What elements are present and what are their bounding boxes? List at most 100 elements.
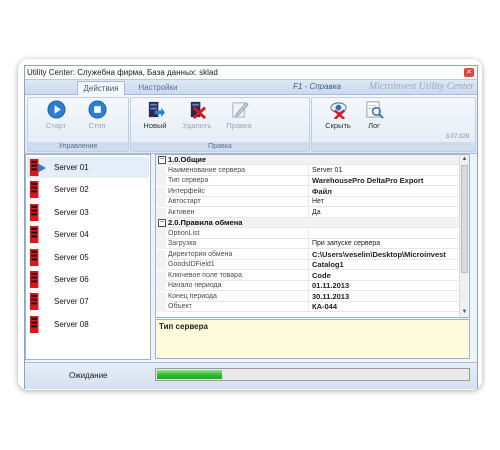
property-row[interactable]: Директория обмена C:\Users\veselin\Deskto…: [156, 249, 461, 260]
server-list-item[interactable]: Server 07: [27, 291, 149, 312]
hide-button[interactable]: Скрыть: [320, 100, 356, 134]
category-row[interactable]: −1.0.Общие: [156, 155, 461, 165]
tab-actions[interactable]: Действия: [77, 81, 125, 95]
property-key: Активен: [168, 207, 309, 218]
property-key: Начало периода: [168, 281, 309, 291]
delete-button[interactable]: Удалить: [179, 100, 215, 134]
property-value[interactable]: 30.11.2013: [312, 292, 460, 301]
property-row[interactable]: Начало периода 01.11.2013: [156, 281, 461, 291]
server-label: Server 06: [54, 275, 89, 284]
ribbon: Старт Стоп Управление Новый Удалить Прав…: [25, 95, 477, 154]
ribbon-group-control: Старт Стоп Управление: [27, 97, 129, 152]
new-server-icon: [148, 101, 165, 118]
server-icon: [29, 158, 47, 177]
start-button[interactable]: Старт: [38, 100, 74, 134]
new-button-label: Новый: [143, 121, 167, 130]
category-row[interactable]: −2.0.Правила обмена: [156, 218, 461, 228]
property-value[interactable]: Server 01: [312, 166, 460, 175]
server-list-item[interactable]: Server 06: [27, 269, 149, 290]
delete-icon: [190, 101, 207, 119]
property-key: GoodsIDField1: [168, 260, 309, 270]
new-button[interactable]: Новый: [137, 100, 173, 134]
server-label: Server 01: [54, 163, 89, 172]
ribbon-group-edit: Новый Удалить Правка Правка: [130, 97, 310, 152]
server-label: Server 04: [54, 230, 89, 240]
property-value[interactable]: При запуске сервера: [312, 239, 460, 248]
server-list-item[interactable]: Server 03: [27, 202, 149, 223]
property-row[interactable]: Наименование сервера Server 01: [156, 165, 461, 176]
property-row[interactable]: Тип сервера WarehousePro DeltaPro Export: [156, 176, 461, 186]
property-row[interactable]: GoodsIDField1 Catalog1: [156, 260, 461, 270]
ribbon-group-label: Управление: [28, 142, 128, 151]
property-key: Конец периода: [168, 291, 309, 302]
scroll-down-icon[interactable]: ▼: [460, 308, 469, 317]
app-window: Utility Center: Служебна фирма, База дан…: [24, 65, 478, 389]
tab-settings[interactable]: Настройки: [133, 81, 183, 94]
property-row[interactable]: Объект КА-044: [156, 302, 461, 312]
close-icon[interactable]: ✕: [464, 68, 474, 77]
server-label: Server 07: [54, 297, 89, 307]
scroll-up-icon[interactable]: ▲: [460, 155, 469, 164]
property-row[interactable]: OptionList: [156, 228, 461, 239]
brand-logo-text: Microinvest Utility Center: [368, 81, 474, 92]
property-value[interactable]: WarehousePro DeltaPro Export: [312, 176, 460, 185]
description-title: Тип сервера: [159, 322, 208, 331]
property-key: Автостарт: [168, 197, 309, 207]
screenshot-frame: Utility Center: Служебна фирма, База дан…: [18, 59, 482, 390]
help-link[interactable]: F1 - Справка: [293, 82, 341, 91]
server-list[interactable]: Server 01 Server 02 Server 03 Server 04 …: [25, 154, 151, 360]
edit-button[interactable]: Правка: [221, 100, 257, 134]
server-label: Server 03: [54, 207, 89, 217]
description-panel: Тип сервера: [155, 319, 470, 359]
property-row[interactable]: Активен Да: [156, 207, 461, 218]
property-value[interactable]: 01.11.2013: [312, 281, 460, 290]
property-value[interactable]: C:\Users\veselin\Desktop\Microinvest: [312, 250, 460, 259]
property-grid[interactable]: −1.0.Общие Наименование сервера Server 01…: [155, 154, 470, 318]
server-list-item[interactable]: Server 05: [27, 247, 149, 268]
stop-button[interactable]: Стоп: [79, 100, 115, 134]
stop-button-label: Стоп: [88, 121, 106, 130]
property-key: Наименование сервера: [168, 165, 309, 176]
delete-button-label: Удалить: [182, 121, 212, 130]
start-button-label: Старт: [45, 121, 67, 130]
property-row[interactable]: Загрузка При запуске сервера: [156, 239, 461, 249]
property-row[interactable]: Конец периода 30.11.2013: [156, 291, 461, 302]
collapse-toggle-icon[interactable]: −: [158, 156, 166, 164]
play-icon: [47, 100, 66, 119]
property-row[interactable]: Ключевое поле товара Code: [156, 270, 461, 281]
property-value[interactable]: Нет: [312, 197, 460, 206]
property-value[interactable]: Файл: [312, 187, 460, 196]
progress-bar: [155, 368, 470, 381]
server-list-item[interactable]: Server 04: [27, 224, 149, 245]
status-text: Ожидание: [69, 371, 108, 380]
property-row[interactable]: Интерфейс Файл: [156, 186, 461, 197]
edit-icon: [232, 102, 249, 118]
property-value[interactable]: Да: [312, 208, 460, 217]
server-list-item[interactable]: Server 08: [27, 314, 149, 335]
ribbon-group-view: Скрыть Лог 3.07.029: [311, 97, 476, 152]
server-list-item[interactable]: Server 01: [27, 157, 149, 178]
title-bar[interactable]: Utility Center: Служебна фирма, База дан…: [25, 66, 477, 80]
log-icon: [366, 101, 384, 119]
property-value[interactable]: Catalog1: [312, 260, 460, 269]
collapse-toggle-icon[interactable]: −: [158, 219, 166, 227]
log-button[interactable]: Лог: [356, 100, 392, 134]
vertical-scrollbar[interactable]: ▲ ▼: [459, 155, 469, 317]
server-icon: [29, 203, 39, 221]
tab-strip: Действия Настройки F1 - Справка Microinv…: [25, 80, 477, 95]
property-key: Интерфейс: [168, 186, 309, 197]
property-row[interactable]: Автостарт Нет: [156, 197, 461, 207]
property-key: Тип сервера: [168, 176, 309, 186]
scroll-thumb[interactable]: [461, 165, 468, 273]
server-icon: [29, 270, 39, 289]
property-key: Загрузка: [168, 239, 309, 249]
log-button-label: Лог: [368, 121, 380, 130]
version-label: 3.07.029: [445, 134, 469, 140]
server-list-item[interactable]: Server 02: [27, 179, 149, 200]
property-value[interactable]: Code: [312, 271, 460, 280]
ribbon-group-label: [312, 142, 475, 151]
property-value[interactable]: КА-044: [312, 302, 460, 311]
server-icon: [29, 293, 39, 311]
hide-icon: [330, 102, 347, 119]
server-icon: [29, 315, 39, 333]
